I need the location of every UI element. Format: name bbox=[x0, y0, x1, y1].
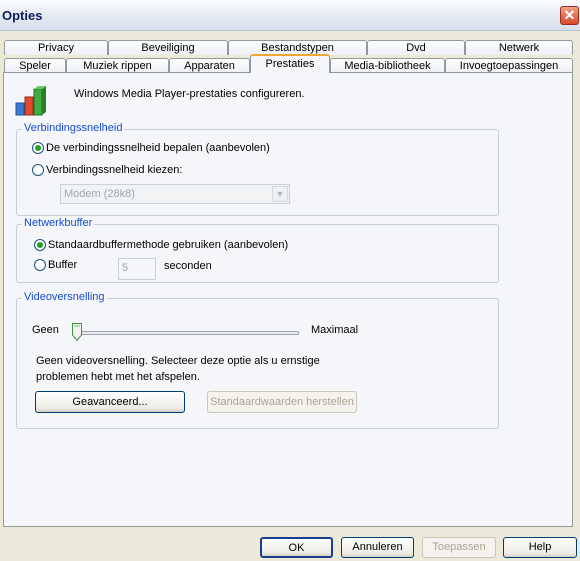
custom-buffer-radio[interactable] bbox=[34, 259, 46, 271]
network-buffer-group: Netwerkbuffer Standaardbuffermethode geb… bbox=[16, 217, 499, 283]
tab-label: Muziek rippen bbox=[83, 60, 152, 72]
tab-label: Bestandstypen bbox=[261, 42, 334, 54]
tab-media-bibliotheek[interactable]: Media-bibliotheek bbox=[330, 58, 445, 73]
auto-speed-label[interactable]: De verbindingssnelheid bepalen (aanbevol… bbox=[46, 142, 270, 154]
default-buffer-radio[interactable] bbox=[34, 239, 46, 251]
tab-privacy[interactable]: Privacy bbox=[4, 40, 108, 55]
acceleration-description: Geen videoversnelling. Selecteer deze op… bbox=[36, 355, 320, 383]
apply-button[interactable]: Toepassen bbox=[422, 537, 496, 558]
choose-speed-radio[interactable] bbox=[32, 164, 44, 176]
speed-select-value: Modem (28k8) bbox=[64, 188, 135, 200]
title-bar: Opties ✕ bbox=[0, 0, 580, 31]
cancel-button[interactable]: Annuleren bbox=[341, 537, 414, 558]
advanced-button-label: Geavanceerd... bbox=[72, 396, 148, 408]
tab-label: Privacy bbox=[37, 42, 75, 54]
ok-button[interactable]: OK bbox=[260, 537, 333, 558]
apply-button-label: Toepassen bbox=[432, 541, 486, 553]
buffer-seconds-value: 5 bbox=[122, 262, 129, 274]
slider-max-label: Maximaal bbox=[311, 324, 359, 336]
tab-panel-prestaties: Windows Media Player-prestaties configur… bbox=[3, 72, 573, 527]
tab-label: Netwerk bbox=[498, 42, 540, 54]
tab-beveiliging[interactable]: Beveiliging bbox=[108, 40, 228, 55]
ok-button-label: OK bbox=[288, 542, 305, 554]
cancel-button-label: Annuleren bbox=[352, 541, 403, 553]
tab-bestandstypen[interactable]: Bestandstypen bbox=[228, 40, 367, 55]
tab-apparaten[interactable]: Apparaten bbox=[169, 58, 250, 73]
tab-label: Media-bibliotheek bbox=[344, 60, 431, 72]
advanced-button[interactable]: Geavanceerd... bbox=[35, 391, 185, 413]
tab-invoegtoepassingen[interactable]: Invoegtoepassingen bbox=[445, 58, 573, 73]
network-buffer-legend: Netwerkbuffer bbox=[22, 217, 95, 229]
connection-speed-legend: Verbindingssnelheid bbox=[22, 122, 125, 134]
tab-label: Speler bbox=[19, 60, 51, 72]
tab-speler[interactable]: Speler bbox=[4, 58, 66, 73]
chevron-down-icon[interactable]: ▼ bbox=[272, 186, 288, 202]
restore-defaults-label: Standaardwaarden herstellen bbox=[210, 396, 354, 408]
custom-buffer-label[interactable]: Buffer bbox=[48, 259, 77, 271]
tab-label: Apparaten bbox=[184, 60, 235, 72]
tab-netwerk[interactable]: Netwerk bbox=[465, 40, 573, 55]
help-button-label: Help bbox=[528, 541, 552, 553]
auto-speed-radio[interactable] bbox=[32, 142, 44, 154]
tab-dvd[interactable]: Dvd bbox=[367, 40, 465, 55]
tab-label: Beveiliging bbox=[141, 42, 195, 54]
speed-select[interactable]: Modem (28k8) ▼ bbox=[60, 184, 290, 204]
seconds-label: seconden bbox=[164, 260, 212, 272]
header-text: Windows Media Player-prestaties configur… bbox=[74, 88, 305, 100]
help-button[interactable]: Help bbox=[503, 537, 577, 558]
tab-prestaties[interactable]: Prestaties bbox=[250, 54, 330, 73]
buffer-seconds-input[interactable]: 5 bbox=[118, 258, 156, 280]
close-icon[interactable]: ✕ bbox=[560, 6, 579, 25]
acceleration-slider-track[interactable] bbox=[72, 331, 299, 335]
choose-speed-label[interactable]: Verbindingssnelheid kiezen: bbox=[46, 164, 182, 176]
tab-label: Dvd bbox=[406, 42, 426, 54]
default-buffer-label[interactable]: Standaardbuffermethode gebruiken (aanbev… bbox=[48, 239, 288, 251]
tab-label: Prestaties bbox=[265, 58, 315, 70]
window-title: Opties bbox=[2, 8, 43, 23]
tab-label: Invoegtoepassingen bbox=[459, 60, 559, 72]
acceleration-slider-thumb[interactable] bbox=[72, 323, 82, 341]
restore-defaults-button[interactable]: Standaardwaarden herstellen bbox=[207, 391, 357, 413]
performance-chart-icon bbox=[15, 86, 46, 116]
tab-muziek-rippen[interactable]: Muziek rippen bbox=[66, 58, 169, 73]
video-acceleration-group: Videoversnelling Geen Maximaal Geen vide… bbox=[16, 291, 499, 429]
connection-speed-group: Verbindingssnelheid De verbindingssnelhe… bbox=[16, 122, 499, 216]
slider-min-label: Geen bbox=[32, 324, 59, 336]
video-acceleration-legend: Videoversnelling bbox=[22, 291, 107, 303]
